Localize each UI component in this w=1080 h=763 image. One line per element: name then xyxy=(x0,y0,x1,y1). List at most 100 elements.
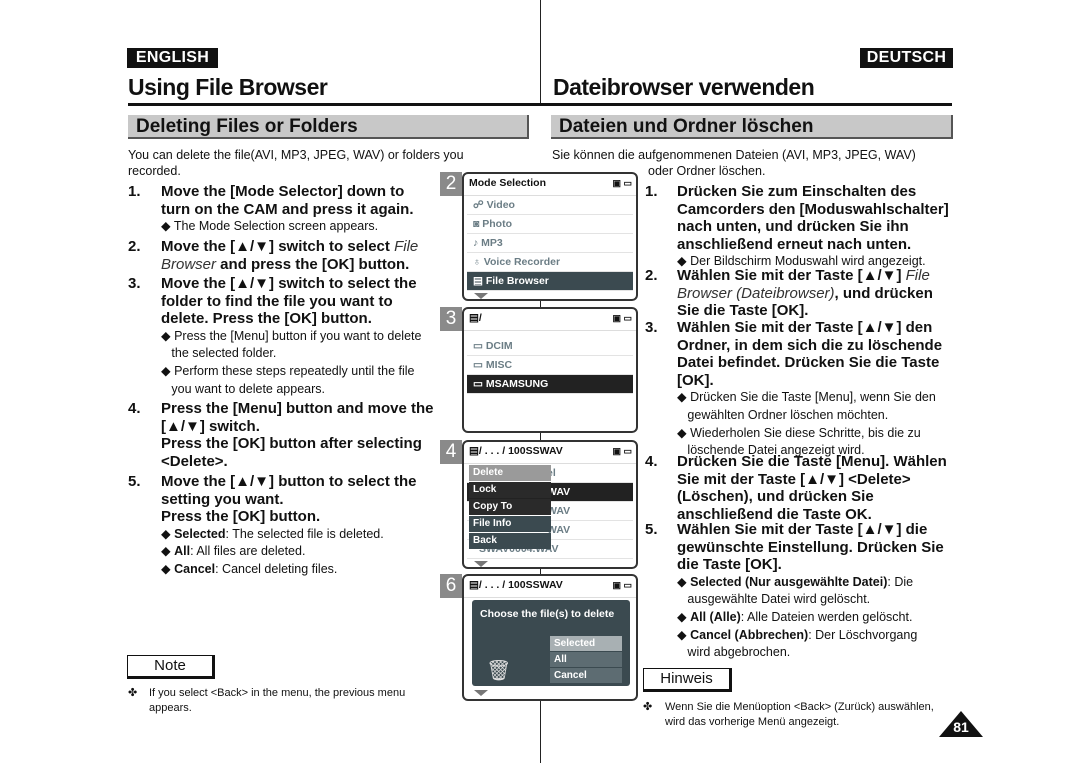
text-line: Browser and press the [OK] button. xyxy=(161,256,418,274)
folder-icon: ▭ xyxy=(473,359,486,371)
note-line: wird das vorherige Menü angezeigt. xyxy=(665,716,840,728)
text-line: ◆ Drücken Sie die Taste [Menu], wenn Sie… xyxy=(677,390,936,405)
text-line: ◆ Selected (Nur ausgewählte Datei): Die xyxy=(677,574,944,592)
step-3: 3. Wählen Sie mit der Taste [▲/▼] den Ordn… xyxy=(645,319,942,460)
dialog-message: Choose the file(s) to delete xyxy=(480,608,615,620)
item-label: Video xyxy=(486,199,515,211)
text-line: ◆ Perform these steps repeatedly until t… xyxy=(161,363,415,378)
note-bullet-icon: ✤ xyxy=(128,687,138,699)
menu-lock: Lock xyxy=(469,482,551,498)
music-note-icon: ♪ xyxy=(473,237,482,249)
text-line: ◆ Wiederholen Sie diese Schritte, bis di… xyxy=(677,425,921,440)
text-line: Press the [Menu] button and move the xyxy=(161,400,434,417)
text-segment: , und drücken xyxy=(834,284,933,302)
screen-header: ▤/ . . . / 100SSWAV ▣ ▭ xyxy=(464,442,636,464)
step-text: Move the [▲/▼] switch to select the folde… xyxy=(161,275,421,328)
text-segment: : Der Löschvorgang xyxy=(808,627,918,642)
step-5: 5. Move the [▲/▼] button to select the set… xyxy=(128,473,417,579)
step-4: 4. Press the [Menu] button and move the [▲… xyxy=(128,400,434,470)
step-text: Move the [▲/▼] switch to select File Brow… xyxy=(161,238,418,273)
microphone-icon: ♁ xyxy=(473,256,484,268)
text-segment: : Cancel deleting files. xyxy=(215,561,338,576)
intro-line: recorded. xyxy=(128,164,181,178)
step-text: Wählen Sie mit der Taste [▲/▼] File Brows… xyxy=(677,267,933,320)
intro-line: Sie können die aufgenommenen Dateien (AV… xyxy=(552,148,916,162)
scroll-down-icon xyxy=(474,690,488,696)
text-line: Move the [▲/▼] switch to select the xyxy=(161,275,417,292)
step-bullets: ◆ Selected (Nur ausgewählte Datei): Die … xyxy=(677,574,944,662)
connector-line xyxy=(540,700,541,763)
section-header-de: Dateien und Ordner löschen xyxy=(551,115,953,139)
text-segment: and press the [OK] button. xyxy=(216,255,410,273)
file-icon: ▤ xyxy=(473,275,486,287)
item-label: File Browser xyxy=(485,275,549,287)
text-line: you want to delete appears. xyxy=(161,381,325,396)
menu-back: Back xyxy=(469,533,551,549)
step-bullets: ◆ The Mode Selection screen appears. xyxy=(161,218,414,236)
title-rule xyxy=(128,103,540,106)
step-number: 1. xyxy=(128,183,141,200)
step-number: 3. xyxy=(128,275,141,292)
screen-delete-dialog: ▤/ . . . / 100SSWAV ▣ ▭ Choose the file(s… xyxy=(462,574,638,701)
menu-item-photo: ◙ Photo xyxy=(467,215,633,234)
menu-file-info: File Info xyxy=(469,516,551,532)
text-line: ausgewählte Datei wird gelöscht. xyxy=(677,592,871,607)
text-line: folder to find the file you want to xyxy=(161,292,393,310)
step-text: Drücken Sie die Taste [Menu]. Wählen Sie … xyxy=(677,453,947,523)
step-number: 2. xyxy=(645,267,658,284)
step-bullets: ◆ Press the [Menu] button if you want to… xyxy=(161,328,421,398)
note-label: Note xyxy=(127,655,215,679)
note-line: Wenn Sie die Menüoption <Back> (Zurück) … xyxy=(665,701,934,713)
folder-icon: ▭ xyxy=(473,340,486,352)
text-segment: ◆ xyxy=(161,561,175,576)
option-all: All xyxy=(550,652,622,667)
text-segment: Browser (Dateibrowser) xyxy=(677,284,835,302)
section-header-en: Deleting Files or Folders xyxy=(128,115,529,139)
scroll-down-icon xyxy=(474,293,488,299)
text-segment: Cancel xyxy=(174,561,216,576)
intro-en: You can delete the file(AVI, MP3, JPEG, … xyxy=(128,147,464,179)
note-line: appears. xyxy=(149,702,192,714)
item-label: MP3 xyxy=(481,237,503,249)
note-en: ✤ If you select <Back> in the menu, the … xyxy=(128,686,405,716)
step-2: 2. Wählen Sie mit der Taste [▲/▼] File Bro… xyxy=(645,267,933,320)
text-segment: ◆ xyxy=(677,574,691,589)
text-segment: : Die xyxy=(887,574,914,589)
text-segment: ◆ xyxy=(677,609,691,624)
step-number: 1. xyxy=(645,183,658,200)
text-line: Move the [▲/▼] button to select the xyxy=(161,473,417,490)
text-segment: Cancel (Abbrechen) xyxy=(690,627,809,642)
text-line: nach unten, und drücken Sie ihn xyxy=(677,218,909,236)
title-rule xyxy=(540,103,952,106)
text-segment: ◆ xyxy=(677,627,691,642)
delete-dialog: Choose the file(s) to delete 🗑 Selected … xyxy=(472,600,630,686)
step-3: 3. Move the [▲/▼] switch to select the fol… xyxy=(128,275,421,398)
memory-battery-icon: ▣ ▭ xyxy=(612,446,632,456)
step-1: 1. Move the [Mode Selector] down to turn o… xyxy=(128,183,414,236)
page-title-en: Using File Browser xyxy=(128,74,328,100)
text-segment: : All files are deleted. xyxy=(190,544,306,559)
step-tab: 4 xyxy=(440,440,462,464)
language-badge-english: ENGLISH xyxy=(127,48,218,68)
menu-delete: Delete xyxy=(469,465,551,481)
screen-file-menu: ▤/ . . . / 100SSWAV ▣ ▭ el WAV WAV WAV SW… xyxy=(462,440,638,569)
step-number: 3. xyxy=(645,319,658,336)
text-line: Browser (Dateibrowser), und drücken xyxy=(677,285,933,303)
step-number: 4. xyxy=(645,453,658,470)
text-segment: ◆ xyxy=(161,544,175,559)
text-segment: All (Alle) xyxy=(690,609,741,624)
connector-line xyxy=(540,432,541,440)
item-label: Photo xyxy=(482,218,513,230)
hinweis-label: Hinweis xyxy=(643,668,732,692)
text-segment: : The selected file is deleted. xyxy=(225,526,384,541)
text-line: gewünschte Einstellung. Drücken Sie xyxy=(677,538,944,556)
step-1: 1. Drücken Sie zum Einschalten des Camcord… xyxy=(645,183,949,271)
step-5: 5. Wählen Sie mit der Taste [▲/▼] die gewü… xyxy=(645,521,944,662)
screen-header: ▤/ ▣ ▭ xyxy=(464,309,636,331)
text-segment: File xyxy=(394,238,419,255)
step-2: 2. Move the [▲/▼] switch to select File Br… xyxy=(128,238,418,273)
step-tab: 3 xyxy=(440,307,462,331)
folder-misc: ▭ MISC xyxy=(467,356,633,375)
text-line: Press the [OK] button. xyxy=(161,508,321,526)
text-line: Move the [▲/▼] switch to select File xyxy=(161,238,418,256)
